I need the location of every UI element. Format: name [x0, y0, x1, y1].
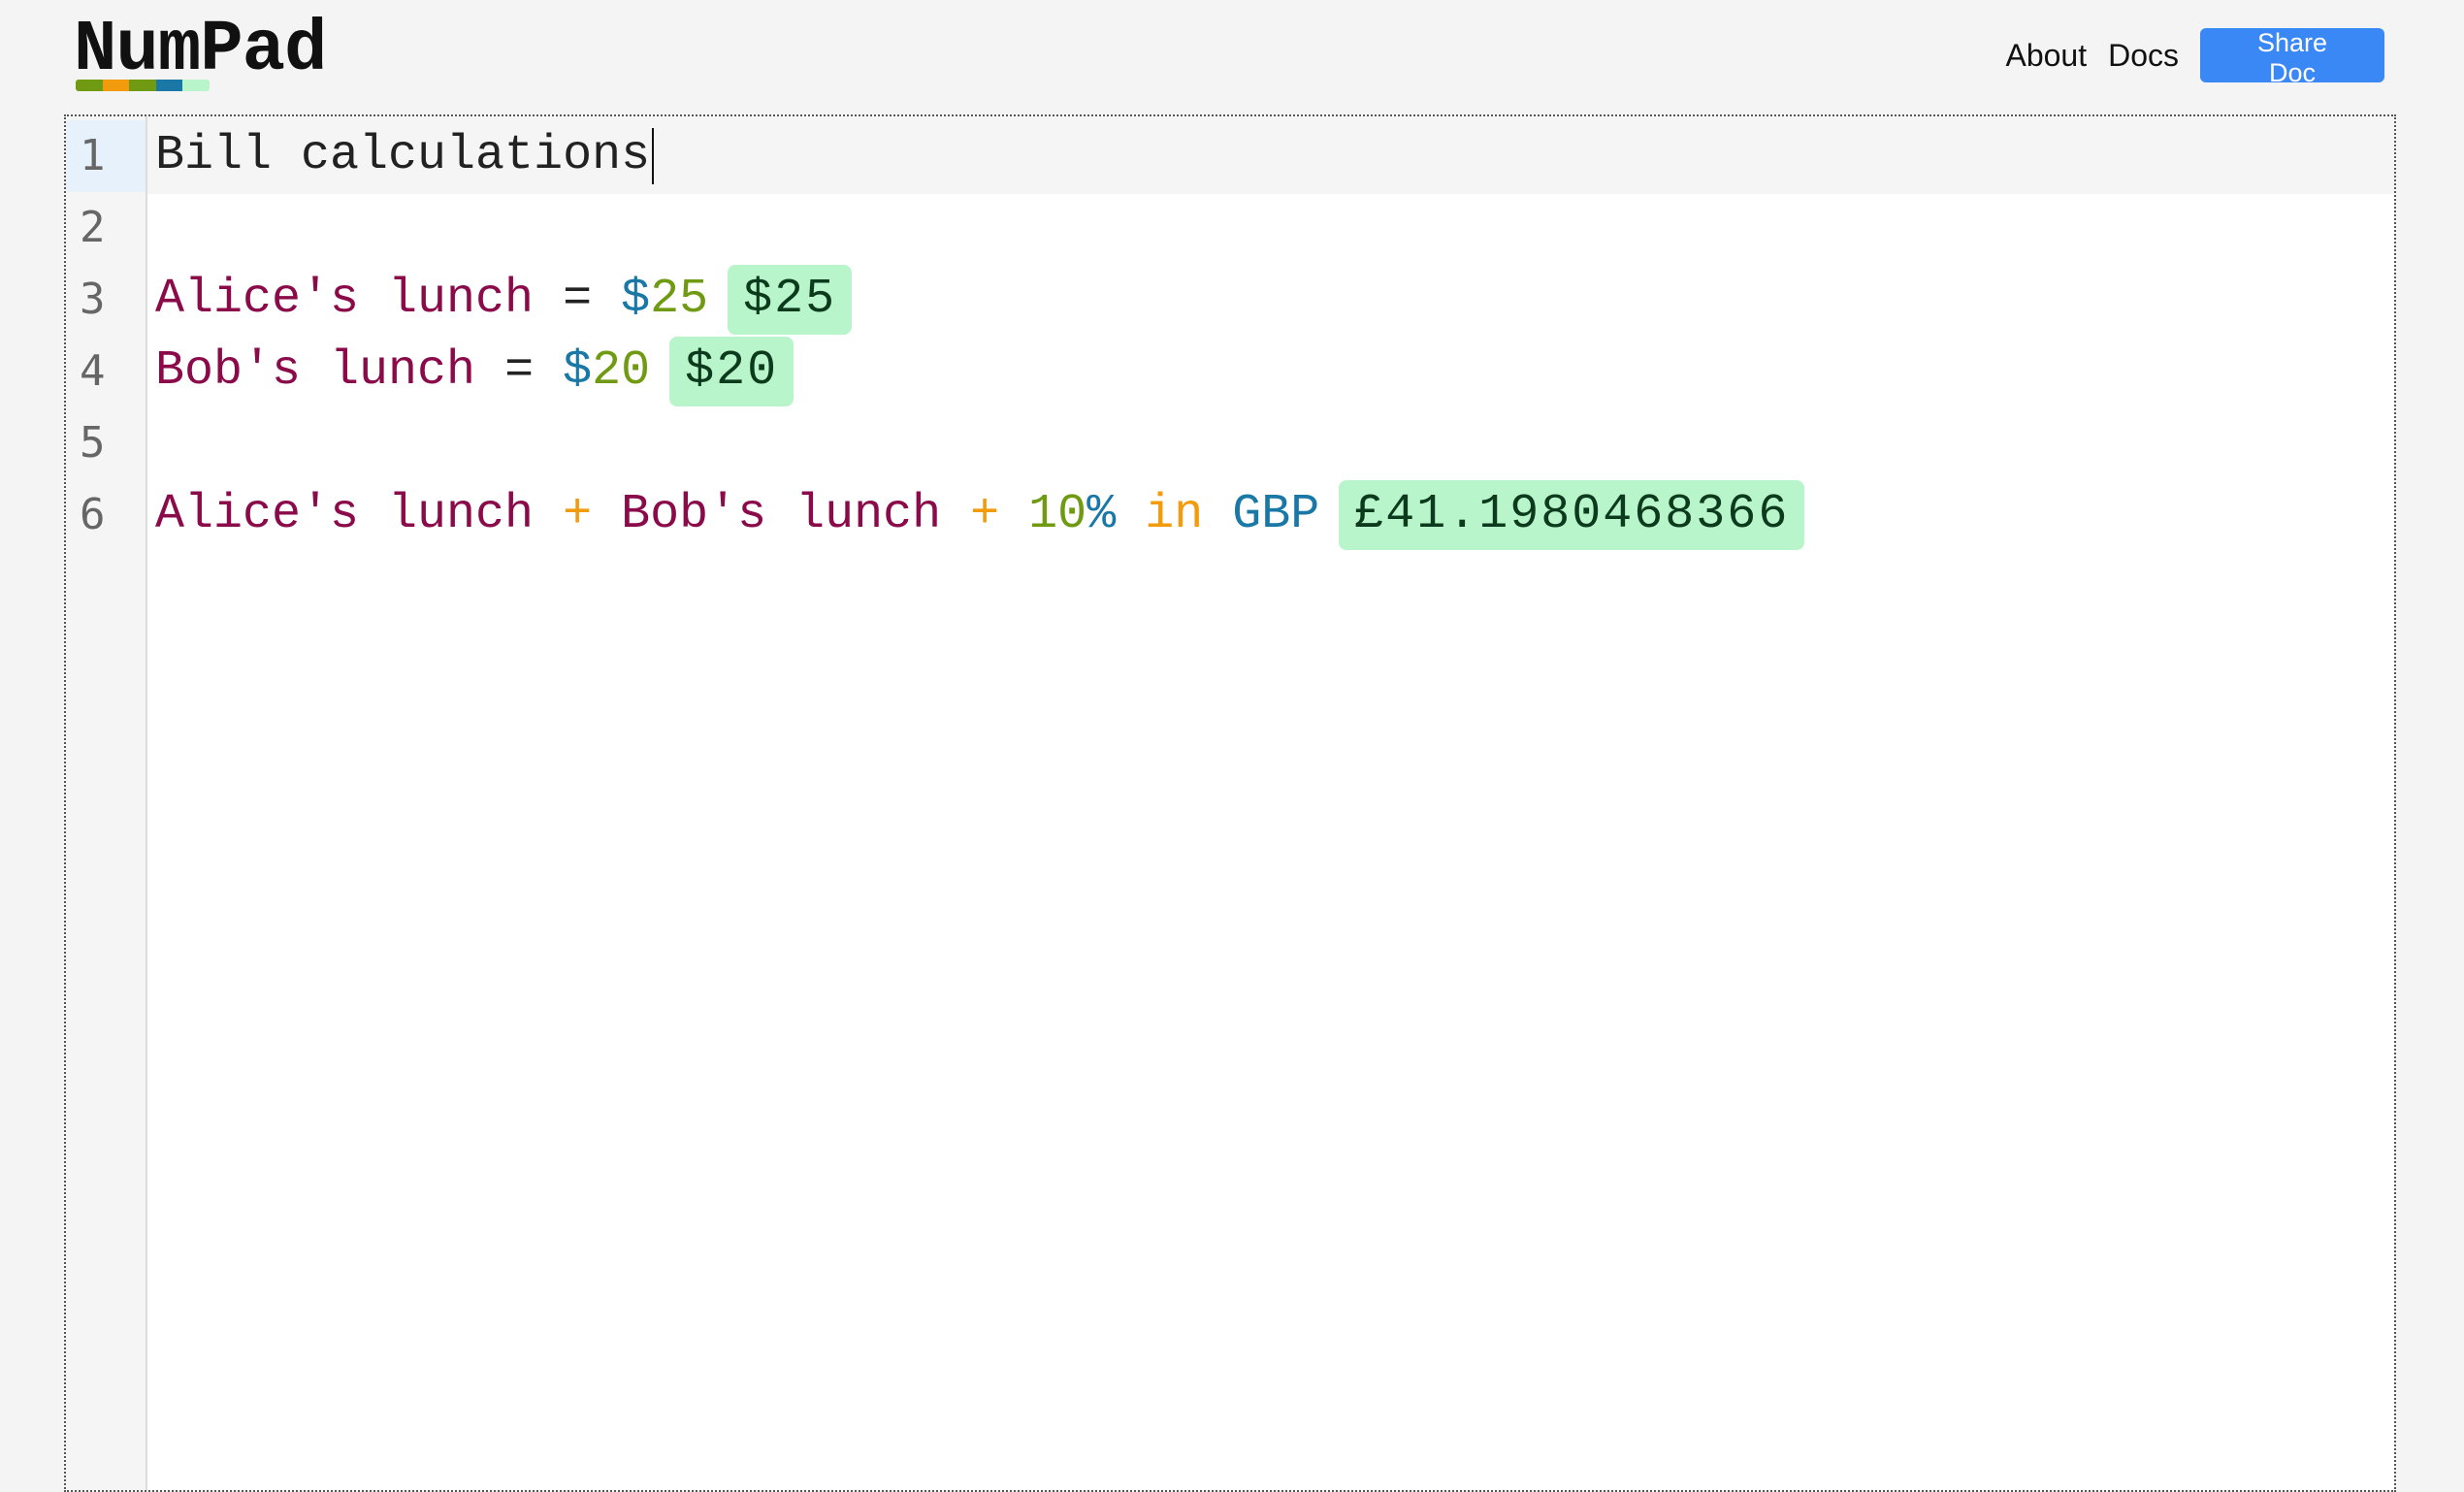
code-line[interactable]: Alice's lunch + Bob's lunch + 10% in GBP… — [155, 479, 1805, 551]
variable-token: Bob's lunch — [621, 487, 942, 542]
line-number: 4 — [80, 346, 106, 396]
unit-token: $ — [621, 272, 651, 327]
number-token: 20 — [592, 343, 651, 399]
variable-token: Alice's lunch — [155, 487, 535, 542]
percent-token: % — [1086, 487, 1117, 542]
logo-bar-segment — [182, 80, 210, 91]
line-number: 1 — [66, 120, 146, 192]
logo-bar-segment — [76, 80, 103, 91]
line-number: 5 — [80, 418, 106, 468]
number-token: 25 — [650, 272, 709, 327]
operator-token: + — [941, 487, 1029, 542]
number-token: 10 — [1028, 487, 1087, 542]
heading-text: Bill calculations — [155, 128, 651, 183]
equals-token: = — [534, 272, 622, 327]
logo-bar-segment — [102, 80, 130, 91]
code-line[interactable]: Bob's lunch = $20 $20 — [155, 336, 794, 407]
logo-bar-segment — [155, 80, 183, 91]
operator-token: + — [534, 487, 622, 542]
variable-token: Bob's lunch — [155, 343, 476, 399]
code-editor[interactable]: 1 2 3 4 5 6 Bill calculations Alice's lu… — [64, 114, 2396, 1492]
about-link[interactable]: About — [2005, 38, 2087, 74]
equals-token: = — [475, 343, 564, 399]
line-number-gutter: 1 2 3 4 5 6 — [66, 116, 147, 1490]
code-line[interactable]: Alice's lunch = $25 $25 — [155, 264, 853, 336]
result-badge: $20 — [669, 337, 794, 406]
docs-link[interactable]: Docs — [2108, 38, 2179, 74]
logo-bar-segment — [129, 80, 156, 91]
code-line[interactable]: Bill calculations — [155, 120, 655, 192]
line-number: 2 — [80, 203, 106, 252]
unit-token: GBP — [1232, 487, 1320, 542]
top-nav: About Docs Share Doc — [2005, 28, 2384, 87]
result-badge: $25 — [728, 265, 853, 335]
keyword-token: in — [1116, 487, 1233, 542]
result-badge: £41.1980468366 — [1339, 480, 1805, 550]
logo-color-bar — [76, 80, 210, 91]
line-number: 6 — [80, 490, 106, 539]
unit-token: $ — [563, 343, 593, 399]
share-doc-button[interactable]: Share Doc — [2200, 28, 2384, 87]
header: NumPad About Docs Share Doc — [0, 0, 2464, 114]
variable-token: Alice's lunch — [155, 272, 535, 327]
line-number: 3 — [80, 275, 106, 324]
text-cursor — [652, 128, 655, 184]
